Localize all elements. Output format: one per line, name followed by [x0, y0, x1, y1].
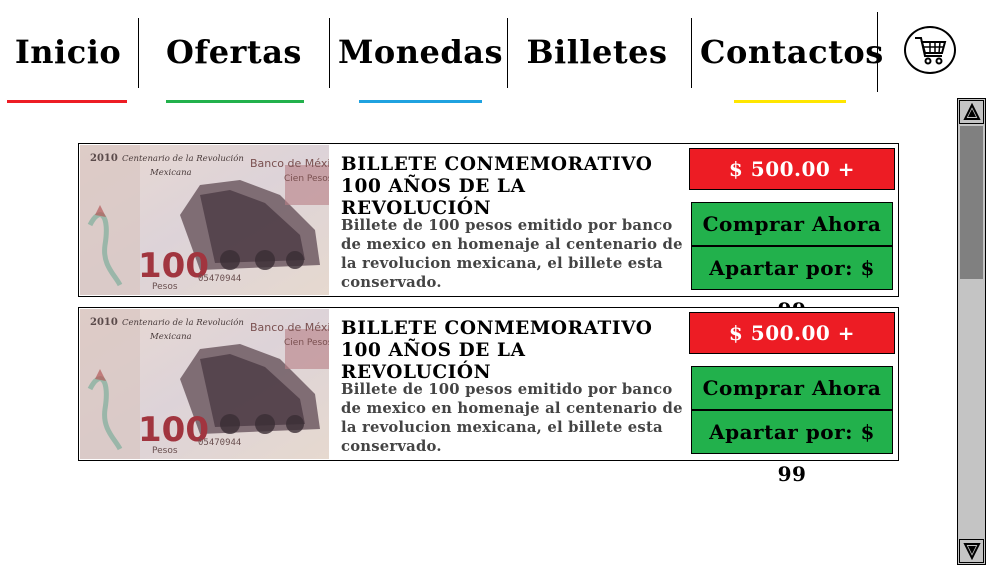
banknote-currency: Pesos: [152, 282, 178, 292]
price-badge[interactable]: $ 500.00 + ENVIO: [689, 148, 895, 221]
vertical-scrollbar[interactable]: [957, 98, 986, 565]
product-description: Billete de 100 pesos emitido por banco d…: [341, 217, 683, 291]
product-title-line1: BILLETE CONMEMORATIVO: [341, 154, 653, 175]
scroll-up-button[interactable]: [959, 100, 984, 124]
shopping-cart-icon: [915, 37, 947, 65]
arrow-up-icon: [963, 103, 981, 120]
banknote-serial: 05470944: [198, 438, 241, 448]
nav-item-inicio[interactable]: Inicio: [8, 28, 128, 78]
banknote-currency: Pesos: [152, 446, 178, 456]
nav-separator: [329, 18, 330, 88]
banknote-heading: Centenario de la Revolución: [122, 153, 244, 164]
reserve-button[interactable]: Apartar por: $ 99: [691, 246, 893, 322]
nav-separator: [877, 12, 878, 92]
product-card: 2010 Centenario de la Revolución Mexican…: [78, 307, 899, 486]
banknote-illustration: 2010 Centenario de la Revolución Mexican…: [80, 309, 329, 459]
banknote-subheading: Mexicana: [149, 168, 192, 178]
banknote-heading: Centenario de la Revolución: [122, 317, 244, 328]
arrow-down-icon: [963, 543, 981, 560]
product-card: 2010 Centenario de la Revolución Mexican…: [78, 143, 899, 322]
product-title-line1: BILLETE CONMEMORATIVO: [341, 318, 653, 339]
nav-separator: [138, 18, 139, 88]
banknote-bank: Banco de México: [250, 157, 329, 170]
nav-underline-monedas: [359, 100, 482, 103]
product-title: BILLETE CONMEMORATIVO 100 AÑOS DE LA REV…: [341, 318, 681, 384]
banknote-illustration: 2010 Centenario de la Revolución Mexican…: [80, 145, 329, 295]
nav-item-billetes[interactable]: Billetes: [520, 28, 674, 78]
nav-separator: [507, 18, 508, 88]
product-title-line2: 100 AÑOS DE LA REVOLUCIÓN: [341, 340, 526, 383]
nav-underline-inicio: [7, 100, 127, 103]
banknote-image[interactable]: 2010 Centenario de la Revolución Mexican…: [80, 145, 329, 295]
banknote-serial: 05470944: [198, 274, 241, 284]
cart-button[interactable]: [904, 26, 956, 74]
buy-now-button[interactable]: Comprar Ahora: [691, 202, 893, 246]
buy-now-button[interactable]: Comprar Ahora: [691, 366, 893, 410]
nav-item-contactos[interactable]: Contactos: [700, 28, 883, 78]
nav-underline-contactos: [734, 100, 846, 103]
nav-item-ofertas[interactable]: Ofertas: [158, 28, 310, 78]
nav-underline-ofertas: [166, 100, 304, 103]
reserve-button[interactable]: Apartar por: $ 99: [691, 410, 893, 486]
nav-separator: [691, 18, 692, 88]
scroll-thumb[interactable]: [960, 126, 983, 279]
product-title: BILLETE CONMEMORATIVO 100 AÑOS DE LA REV…: [341, 154, 681, 220]
scroll-down-button[interactable]: [959, 539, 984, 563]
price-badge[interactable]: $ 500.00 + ENVIO: [689, 312, 895, 385]
banknote-year: 2010: [90, 153, 118, 164]
nav-item-monedas[interactable]: Monedas: [338, 28, 503, 78]
banknote-year: 2010: [90, 317, 118, 328]
product-title-line2: 100 AÑOS DE LA REVOLUCIÓN: [341, 176, 526, 219]
banknote-denomination-text: Cien Pesos: [284, 338, 329, 348]
product-description: Billete de 100 pesos emitido por banco d…: [341, 381, 683, 455]
banknote-subheading: Mexicana: [149, 332, 192, 342]
banknote-bank: Banco de México: [250, 321, 329, 334]
banknote-image[interactable]: 2010 Centenario de la Revolución Mexican…: [80, 309, 329, 459]
banknote-denomination-text: Cien Pesos: [284, 174, 329, 184]
